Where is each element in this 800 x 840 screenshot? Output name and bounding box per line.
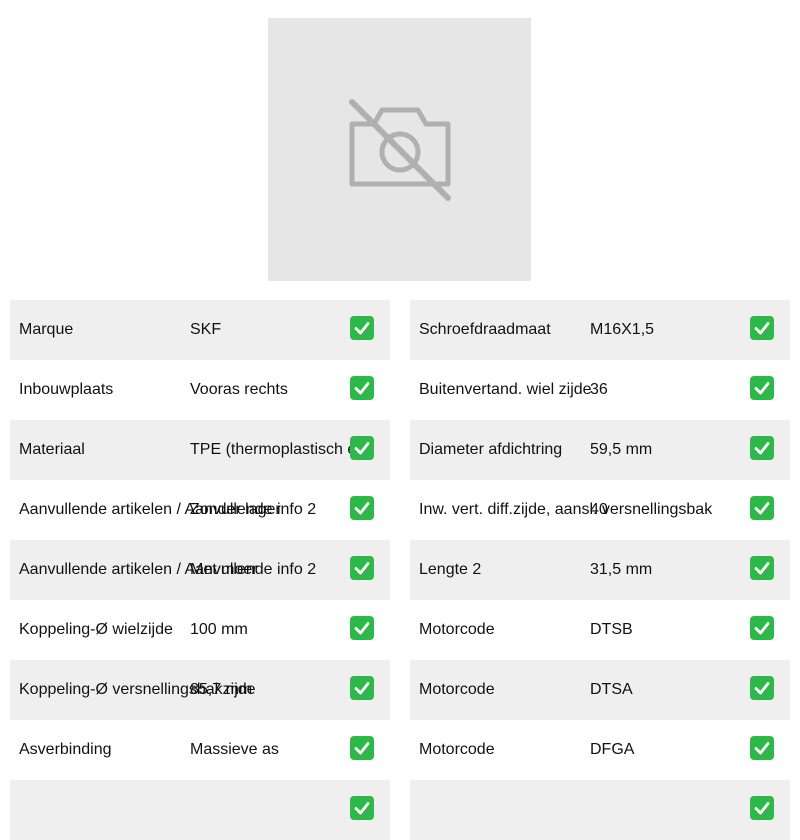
check-icon [350, 556, 374, 580]
spec-row: Aanvullende artikelen / Aanvullende info… [10, 540, 390, 600]
spec-row: Lengte 2 31,5 mm [410, 540, 790, 600]
spec-row: Schroefdraadmaat M16X1,5 [410, 300, 790, 360]
spec-label: Lengte 2 [419, 561, 482, 578]
spec-row: Materiaal TPE (thermoplastisch ela [10, 420, 390, 480]
spec-row: Aanvullende artikelen / Aanvullende info… [10, 480, 390, 540]
spec-label: Motorcode [419, 741, 495, 758]
check-icon [350, 376, 374, 400]
spec-row: Inw. vert. diff.zijde, aansl. versnellin… [410, 480, 790, 540]
check-icon [750, 736, 774, 760]
spec-row: Motorcode DFGA [410, 720, 790, 780]
spec-row: Koppeling-Ø versnellingsbakzijde 85,7 mm [10, 660, 390, 720]
spec-row: Buitenvertand. wiel zijde 36 [410, 360, 790, 420]
spec-value: Zonder lager [190, 501, 281, 518]
spec-value: 100 mm [190, 621, 248, 638]
camera-off-icon [349, 99, 451, 201]
spec-value: Met moer [190, 561, 258, 578]
spec-row: Asverbinding Massieve as [10, 720, 390, 780]
spec-label: Marque [19, 321, 74, 338]
spec-label: Buitenvertand. wiel zijde [419, 381, 592, 398]
spec-row: Marque SKF [10, 300, 390, 360]
spec-value: Vooras rechts [190, 381, 288, 398]
spec-value: SKF [190, 321, 222, 338]
spec-row: Diameter afdichtring 59,5 mm [410, 420, 790, 480]
spec-value: M16X1,5 [590, 321, 655, 338]
spec-value: DFGA [590, 741, 635, 758]
check-icon [350, 616, 374, 640]
spec-label: Motorcode [419, 681, 495, 698]
spec-value: DTSA [590, 681, 633, 698]
spec-row [410, 780, 790, 840]
spec-row [10, 780, 390, 840]
spec-label: Inw. vert. diff.zijde, aansl. versnellin… [419, 501, 713, 518]
check-icon [350, 316, 374, 340]
spec-value: 31,5 mm [590, 561, 653, 578]
spec-label: Schroefdraadmaat [419, 321, 551, 338]
check-icon [350, 736, 374, 760]
spec-value: TPE (thermoplastisch ela [190, 441, 369, 458]
check-icon [750, 676, 774, 700]
check-icon [750, 436, 774, 460]
spec-label: Aanvullende artikelen / Aanvullende info… [19, 561, 317, 578]
spec-label: Koppeling-Ø wielzijde [19, 621, 173, 638]
check-icon [750, 616, 774, 640]
spec-label: Asverbinding [19, 741, 112, 758]
spec-value: 85,7 mm [190, 681, 253, 698]
spec-label: Inbouwplaats [19, 381, 114, 398]
spec-label: Motorcode [419, 621, 495, 638]
check-icon [350, 436, 374, 460]
spec-value: DTSB [590, 621, 633, 638]
spec-value: 40 [590, 501, 608, 518]
check-icon [750, 376, 774, 400]
check-icon [750, 496, 774, 520]
spec-table-left: Marque SKF Inbouwplaats Vooras rechts Ma… [10, 300, 390, 840]
product-image-placeholder [268, 18, 531, 281]
spec-row: Motorcode DTSB [410, 600, 790, 660]
check-icon [350, 496, 374, 520]
spec-row: Motorcode DTSA [410, 660, 790, 720]
spec-label: Diameter afdichtring [419, 441, 563, 458]
spec-value: 36 [590, 381, 608, 398]
check-icon [350, 676, 374, 700]
check-icon [750, 556, 774, 580]
spec-row: Koppeling-Ø wielzijde 100 mm [10, 600, 390, 660]
spec-label: Materiaal [19, 441, 85, 458]
spec-value: Massieve as [190, 741, 279, 758]
spec-table-right: Schroefdraadmaat M16X1,5 Buitenvertand. … [410, 300, 790, 840]
spec-value: 59,5 mm [590, 441, 653, 458]
check-icon [750, 316, 774, 340]
spec-row: Inbouwplaats Vooras rechts [10, 360, 390, 420]
